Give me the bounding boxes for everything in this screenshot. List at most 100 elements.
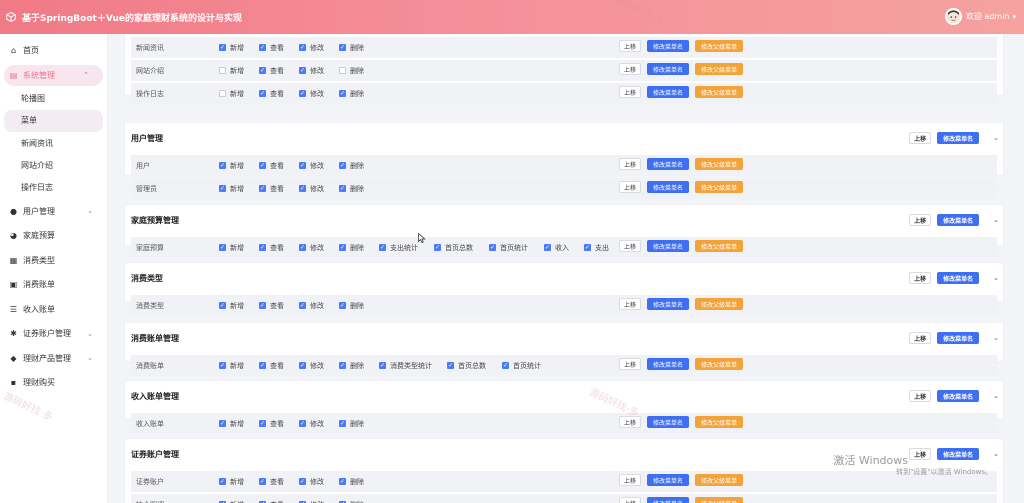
- checkbox-checked-icon[interactable]: ✓: [299, 185, 306, 192]
- move-up-button[interactable]: 上移: [619, 63, 641, 75]
- checkbox-checked-icon[interactable]: ✓: [339, 302, 346, 309]
- checkbox-checked-icon[interactable]: ✓: [299, 90, 306, 97]
- move-up-button[interactable]: 上移: [909, 214, 932, 226]
- checkbox-checked-icon[interactable]: ✓: [339, 362, 346, 369]
- move-up-button[interactable]: 上移: [619, 474, 641, 486]
- checkbox-checked-icon[interactable]: ✓: [489, 244, 496, 251]
- chevron-down-icon[interactable]: ⌄: [993, 274, 999, 282]
- permission-checkbox[interactable]: ✓新增: [219, 184, 259, 194]
- permission-checkbox[interactable]: ✓修改: [299, 361, 339, 371]
- permission-checkbox[interactable]: ✓修改: [299, 161, 339, 171]
- checkbox-checked-icon[interactable]: ✓: [259, 478, 266, 485]
- move-up-button[interactable]: 上移: [909, 272, 932, 284]
- checkbox-checked-icon[interactable]: ✓: [219, 302, 226, 309]
- permission-checkbox[interactable]: ✓新增: [219, 301, 259, 311]
- chevron-down-icon[interactable]: ⌄: [993, 450, 999, 458]
- permission-checkbox[interactable]: ✓ 支出: [584, 243, 624, 253]
- chevron-down-icon[interactable]: ⌄: [993, 134, 999, 142]
- permission-checkbox[interactable]: ✓ 查看: [259, 43, 299, 53]
- chevron-down-icon[interactable]: ⌄: [993, 334, 999, 342]
- permission-checkbox[interactable]: ✓修改: [299, 184, 339, 194]
- permission-checkbox[interactable]: ✓删除: [339, 301, 379, 311]
- permission-checkbox[interactable]: ✓修改: [299, 89, 339, 99]
- rename-parent-menu-button[interactable]: 修改父级菜单: [695, 497, 743, 503]
- rename-parent-menu-button[interactable]: 修改父级菜单: [695, 40, 743, 52]
- move-up-button[interactable]: 上移: [619, 40, 641, 52]
- permission-checkbox[interactable]: ✓修改: [299, 301, 339, 311]
- checkbox-checked-icon[interactable]: ✓: [299, 67, 306, 74]
- checkbox-checked-icon[interactable]: ✓: [299, 302, 306, 309]
- permission-checkbox[interactable]: ✓ 首页总数: [447, 361, 502, 371]
- move-up-button[interactable]: 上移: [909, 448, 932, 460]
- sidebar-item-securities[interactable]: ✱ 证券账户管理 ⌄: [0, 321, 107, 346]
- sidebar-subitem-carousel[interactable]: 轮播图: [0, 88, 107, 110]
- checkbox-checked-icon[interactable]: ✓: [339, 478, 346, 485]
- sidebar-subitem-menu[interactable]: 菜单: [4, 109, 103, 133]
- permission-checkbox[interactable]: ✓ 查看: [259, 184, 299, 194]
- sidebar-item-users[interactable]: ● 用户管理 ⌄: [0, 199, 107, 224]
- permission-checkbox[interactable]: ✓新增: [219, 361, 259, 371]
- checkbox-checked-icon[interactable]: ✓: [219, 244, 226, 251]
- permission-checkbox[interactable]: 新增: [219, 66, 259, 76]
- checkbox-checked-icon[interactable]: ✓: [219, 362, 226, 369]
- checkbox-checked-icon[interactable]: ✓: [339, 244, 346, 251]
- permission-checkbox[interactable]: ✓ 查看: [259, 161, 299, 171]
- rename-menu-button[interactable]: 修改菜单名: [937, 132, 980, 144]
- checkbox-checked-icon[interactable]: ✓: [299, 162, 306, 169]
- checkbox-checked-icon[interactable]: ✓: [339, 162, 346, 169]
- move-up-button[interactable]: 上移: [619, 358, 641, 370]
- permission-checkbox[interactable]: ✓新增: [219, 500, 259, 503]
- permission-checkbox[interactable]: 新增: [219, 89, 259, 99]
- permission-checkbox[interactable]: ✓ 查看: [259, 361, 299, 371]
- permission-checkbox[interactable]: ✓ 查看: [259, 89, 299, 99]
- checkbox-checked-icon[interactable]: ✓: [259, 90, 266, 97]
- move-up-button[interactable]: 上移: [619, 416, 641, 428]
- permission-checkbox[interactable]: ✓ 首页总数: [434, 243, 489, 253]
- checkbox-checked-icon[interactable]: ✓: [259, 67, 266, 74]
- permission-checkbox[interactable]: ✓ 首页统计: [489, 243, 544, 253]
- move-up-button[interactable]: 上移: [619, 240, 641, 252]
- permission-checkbox[interactable]: ✓修改: [299, 66, 339, 76]
- rename-menu-button[interactable]: 修改菜单名: [937, 332, 980, 344]
- checkbox-checked-icon[interactable]: ✓: [219, 420, 226, 427]
- checkbox-checked-icon[interactable]: ✓: [299, 420, 306, 427]
- rename-menu-button[interactable]: 修改菜单名: [647, 63, 689, 75]
- sidebar-item-income-bill[interactable]: ☰ 收入账单: [0, 297, 107, 322]
- checkbox-checked-icon[interactable]: ✓: [299, 362, 306, 369]
- rename-menu-button[interactable]: 修改菜单名: [647, 240, 689, 252]
- rename-parent-menu-button[interactable]: 修改父级菜单: [695, 240, 743, 252]
- sidebar-subitem-news[interactable]: 新闻资讯: [0, 132, 107, 154]
- permission-checkbox[interactable]: ✓删除: [339, 419, 379, 429]
- move-up-button[interactable]: 上移: [909, 332, 932, 344]
- checkbox-checked-icon[interactable]: ✓: [299, 44, 306, 51]
- checkbox-checked-icon[interactable]: ✓: [299, 478, 306, 485]
- permission-checkbox[interactable]: ✓删除: [339, 243, 379, 253]
- rename-menu-button[interactable]: 修改菜单名: [647, 416, 689, 428]
- sidebar-item-expense-type[interactable]: ▦ 消费类型: [0, 248, 107, 273]
- chevron-down-icon[interactable]: ⌄: [993, 216, 999, 224]
- move-up-button[interactable]: 上移: [909, 132, 932, 144]
- permission-checkbox[interactable]: ✓修改: [299, 243, 339, 253]
- checkbox-checked-icon[interactable]: ✓: [219, 44, 226, 51]
- sidebar-item-home[interactable]: ⌂ 首页: [0, 38, 107, 63]
- permission-checkbox[interactable]: ✓ 查看: [259, 301, 299, 311]
- permission-checkbox[interactable]: ✓ 查看: [259, 66, 299, 76]
- checkbox-checked-icon[interactable]: ✓: [259, 185, 266, 192]
- permission-checkbox[interactable]: ✓新增: [219, 243, 259, 253]
- permission-checkbox[interactable]: ✓删除: [339, 500, 379, 503]
- checkbox-checked-icon[interactable]: ✓: [379, 244, 386, 251]
- checkbox-checked-icon[interactable]: ✓: [259, 44, 266, 51]
- avatar[interactable]: [944, 8, 962, 25]
- checkbox-checked-icon[interactable]: ✓: [584, 244, 591, 251]
- rename-menu-button[interactable]: 修改菜单名: [647, 40, 689, 52]
- permission-checkbox[interactable]: ✓修改: [299, 500, 339, 503]
- permission-checkbox[interactable]: ✓ 查看: [259, 419, 299, 429]
- permission-checkbox[interactable]: ✓删除: [339, 361, 379, 371]
- permission-checkbox[interactable]: ✓删除: [339, 184, 379, 194]
- permission-checkbox[interactable]: ✓修改: [299, 477, 339, 487]
- permission-checkbox[interactable]: ✓ 首页统计: [502, 361, 557, 371]
- permission-checkbox[interactable]: ✓ 支出统计: [379, 243, 434, 253]
- permission-checkbox[interactable]: ✓删除: [339, 43, 379, 53]
- rename-parent-menu-button[interactable]: 修改父级菜单: [695, 358, 743, 370]
- checkbox-checked-icon[interactable]: ✓: [219, 162, 226, 169]
